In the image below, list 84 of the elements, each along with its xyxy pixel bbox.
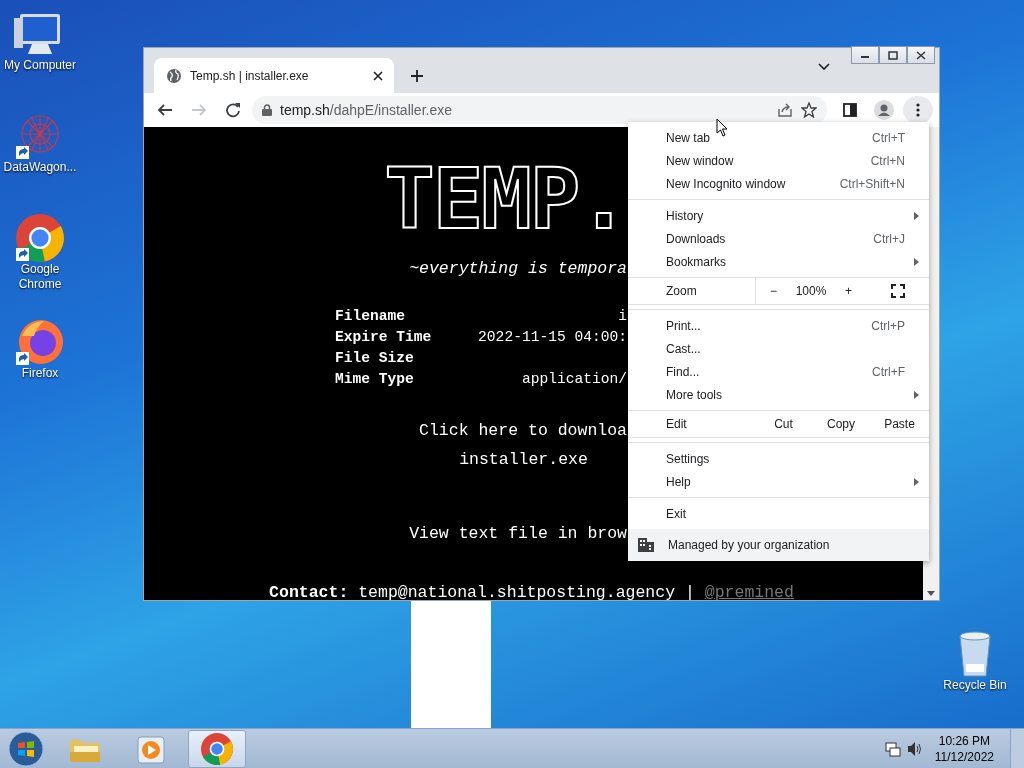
address-bar[interactable]: temp.sh/dahpE/installer.exe [252, 96, 827, 124]
menu-item[interactable]: Downloads Ctrl+J [628, 227, 929, 250]
tagline: ~everything is tempora [408, 258, 627, 280]
network-icon[interactable] [884, 740, 901, 757]
shortcut-text: Ctrl+J [873, 230, 905, 248]
shortcut-text: Ctrl+P [871, 317, 905, 335]
edit-action-button[interactable]: Copy [812, 411, 870, 437]
edit-action-button[interactable]: Paste [870, 411, 929, 437]
zoom-label: Zoom [665, 283, 698, 300]
url-text: temp.sh/dahpE/installer.exe [280, 100, 453, 120]
shortcut-text: Ctrl+N [870, 152, 905, 170]
maximize-button[interactable] [879, 46, 907, 64]
menu-item[interactable]: New window Ctrl+N [628, 149, 929, 172]
shortcut-text: Ctrl+T [872, 129, 905, 147]
chevron-down-icon [818, 63, 830, 71]
side-panel-icon [843, 103, 857, 117]
menu-item[interactable]: Bookmarks [628, 250, 929, 273]
forward-arrow-icon [191, 102, 207, 118]
contact-email[interactable]: temp@national.shitposting.agency [358, 583, 676, 600]
building-icon [638, 538, 654, 552]
field-value: 2022-11-15 04:00: [477, 327, 627, 347]
field-value: application/ [520, 369, 627, 389]
field-label: File Size [335, 348, 415, 368]
globe-icon [166, 67, 182, 84]
menu-item[interactable]: More tools [628, 383, 929, 406]
icon-label: Recycle Bin [942, 678, 1008, 693]
minimize-button[interactable] [851, 46, 879, 64]
scroll-down-arrow-icon[interactable] [927, 591, 935, 596]
submenu-arrow-icon [914, 477, 919, 486]
field-label: Expire Time [335, 327, 433, 347]
zoom-out-button[interactable]: − [756, 278, 791, 304]
submenu-arrow-icon [914, 390, 919, 399]
menu-item[interactable]: History [628, 204, 929, 227]
reload-icon [225, 102, 241, 118]
field-label: Filename [335, 306, 407, 326]
profile-icon [874, 100, 894, 120]
lock-icon [262, 104, 272, 116]
zoom-value: 100% [794, 283, 828, 300]
menu-item[interactable]: New Incognito window Ctrl+Shift+N [628, 172, 929, 195]
menu-item[interactable]: Exit [628, 502, 929, 525]
browser-logo-icon[interactable] [14, 318, 66, 366]
close-icon [914, 50, 928, 60]
back-arrow-icon [157, 102, 173, 118]
icon-label: My Computer [3, 58, 77, 73]
submenu-arrow-icon [914, 257, 919, 266]
menu-dots-icon [916, 103, 920, 117]
speaker-icon[interactable] [906, 740, 923, 757]
menu-item[interactable]: Help [628, 470, 929, 493]
separator-text: | [684, 583, 695, 600]
close-icon[interactable] [372, 69, 384, 82]
field-value: i [617, 306, 627, 326]
shortcut-text: Ctrl+Shift+N [839, 175, 905, 193]
edit-label: Edit [665, 416, 688, 433]
download-link[interactable]: Click here to downloa [144, 418, 627, 444]
shortcut-text: Ctrl+F [872, 363, 905, 381]
icon-label: Firefox [20, 366, 60, 381]
menu-item[interactable]: Find... Ctrl+F [628, 360, 929, 383]
field-label: Mime Type [335, 369, 415, 389]
icon-label: Google Chrome [17, 262, 63, 292]
menu-item[interactable]: Cast... [628, 337, 929, 360]
fullscreen-icon [890, 284, 905, 298]
edit-action-button[interactable]: Cut [755, 411, 812, 437]
menu-item[interactable]: Settings [628, 447, 929, 470]
browser-tab[interactable]: Temp.sh | installer.exe [154, 58, 394, 93]
site-logo: TEMP. [383, 167, 627, 231]
zoom-in-button[interactable]: + [831, 278, 866, 304]
browser-logo-icon [201, 732, 233, 765]
start-orb-icon [8, 730, 44, 767]
close-button[interactable] [907, 46, 935, 64]
contact-label: Contact: [269, 583, 349, 600]
submenu-arrow-icon [914, 211, 919, 220]
browser-logo-icon[interactable] [14, 214, 66, 262]
icon-label: DataWagon... [2, 160, 78, 175]
maximize-icon [886, 50, 900, 60]
menu-button[interactable] [903, 96, 933, 124]
plus-icon [410, 69, 424, 83]
menu-item[interactable]: Print... Ctrl+P [628, 314, 929, 337]
clock[interactable]: 10:26 PM 11/12/2022 [928, 732, 1004, 765]
menu-item[interactable]: New tab Ctrl+T [628, 126, 929, 149]
handle-link[interactable]: @premined [704, 583, 794, 600]
taskbar-app[interactable] [188, 729, 246, 768]
star-icon[interactable] [801, 102, 817, 118]
view-link[interactable]: View text file in brow [144, 522, 627, 547]
share-icon[interactable] [777, 102, 793, 118]
